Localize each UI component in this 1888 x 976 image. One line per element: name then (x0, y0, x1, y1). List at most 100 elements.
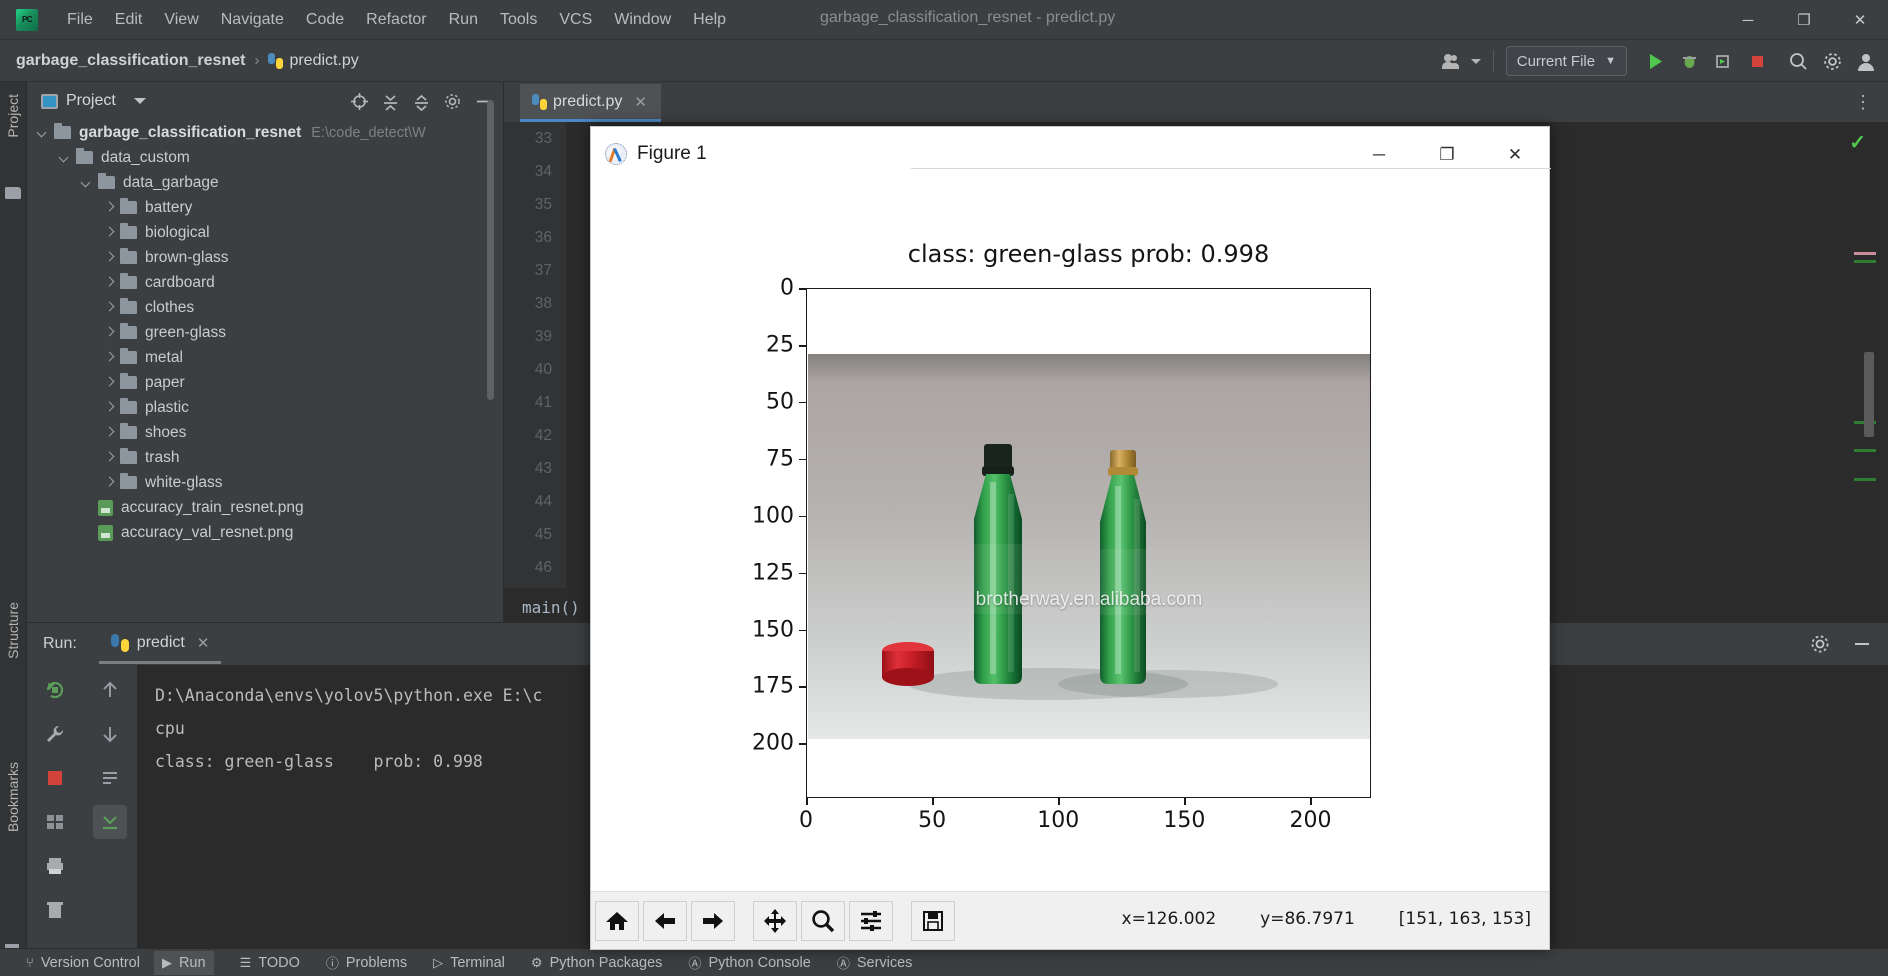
tree-row[interactable]: data_garbage (27, 170, 504, 195)
run-tab-predict[interactable]: predict ✕ (98, 624, 222, 664)
chevron-down-icon[interactable] (133, 98, 146, 104)
breadcrumb-file-group[interactable]: predict.py (268, 52, 359, 70)
tree-row[interactable]: garbage_classification_resnet E:\code_det… (27, 120, 504, 145)
configure-subplots-icon[interactable] (849, 900, 893, 941)
tree-row[interactable]: plastic (27, 395, 504, 420)
menu-item-vcs[interactable]: VCS (548, 8, 603, 32)
collapse-all-icon[interactable] (407, 87, 435, 115)
back-arrow-icon[interactable] (643, 900, 687, 941)
close-icon[interactable]: ✕ (634, 93, 647, 111)
menu-item-edit[interactable]: Edit (104, 8, 154, 32)
home-icon[interactable] (595, 900, 639, 941)
status-bar-item-python-console[interactable]: Ⓐ Python Console (688, 953, 810, 972)
tree-row[interactable]: white-glass (27, 470, 504, 495)
chevron-right-icon[interactable] (103, 252, 115, 264)
status-bar-item-problems[interactable]: ⓘ Problems (326, 953, 407, 972)
run-button[interactable] (1641, 47, 1669, 75)
maximize-button[interactable]: ❐ (1776, 0, 1832, 40)
scroll-to-end-icon[interactable] (92, 805, 127, 839)
chevron-right-icon[interactable] (103, 477, 115, 489)
user-account-button[interactable] (1439, 48, 1481, 74)
print-icon[interactable] (38, 849, 72, 883)
status-bar-item-run[interactable]: ▶ Run (153, 950, 214, 975)
menu-item-run[interactable]: Run (438, 8, 489, 32)
menu-item-help[interactable]: Help (682, 8, 737, 32)
menu-item-navigate[interactable]: Navigate (210, 8, 295, 32)
run-configuration-selector[interactable]: Current File ▼ (1505, 46, 1627, 76)
hide-run-panel-icon[interactable] (1848, 630, 1876, 658)
forward-arrow-icon[interactable] (691, 900, 735, 941)
status-bar-item-terminal[interactable]: ▷ Terminal (433, 955, 505, 971)
tree-row[interactable]: brown-glass (27, 245, 504, 270)
run-settings-gear-icon[interactable] (1806, 630, 1834, 658)
status-bar-item-version-control[interactable]: ⑂ Version Control (26, 955, 140, 971)
status-bar-item-python-packages[interactable]: ⚙ Python Packages (531, 955, 663, 971)
chevron-right-icon[interactable] (103, 402, 115, 414)
figure-maximize-button[interactable]: ❐ (1413, 127, 1481, 182)
close-button[interactable]: ✕ (1832, 0, 1888, 40)
figure-close-button[interactable]: ✕ (1481, 127, 1549, 182)
chevron-right-icon[interactable] (103, 302, 115, 314)
debug-button[interactable] (1675, 47, 1703, 75)
folder-icon[interactable] (5, 187, 21, 199)
editor-scrollbar-thumb[interactable] (1864, 352, 1874, 437)
chevron-right-icon[interactable] (103, 427, 115, 439)
stop-process-icon[interactable] (38, 761, 72, 795)
chevron-right-icon[interactable] (103, 352, 115, 364)
settings-gear-icon[interactable] (1818, 47, 1846, 75)
tree-row[interactable]: biological (27, 220, 504, 245)
soft-wrap-icon[interactable] (93, 761, 127, 795)
chevron-down-icon[interactable] (59, 152, 71, 164)
tree-row[interactable]: green-glass (27, 320, 504, 345)
run-grid-icon[interactable] (38, 805, 72, 839)
tool-window-structure[interactable]: Structure (5, 602, 21, 659)
tree-row[interactable]: shoes (27, 420, 504, 445)
menu-item-code[interactable]: Code (295, 8, 355, 32)
tree-row[interactable]: accuracy_val_resnet.png (27, 520, 504, 545)
menu-item-tools[interactable]: Tools (489, 8, 548, 32)
project-tree-scrollbar[interactable] (487, 100, 494, 400)
status-bar-item-services[interactable]: Ⓐ Services (837, 953, 913, 972)
figure-minimize-button[interactable]: ─ (1345, 127, 1413, 182)
chevron-right-icon[interactable] (103, 377, 115, 389)
project-file-tree[interactable]: garbage_classification_resnet E:\code_det… (27, 120, 504, 582)
matplotlib-figure-window[interactable]: Figure 1 ─ ❐ ✕ class: green-glass prob: … (590, 126, 1551, 950)
chevron-right-icon[interactable] (103, 277, 115, 289)
search-icon[interactable] (1784, 47, 1812, 75)
editor-options-kebab-icon[interactable]: ⋮ (1854, 92, 1874, 113)
status-bar-item-todo[interactable]: ☰ TODO (240, 955, 300, 971)
stop-button[interactable] (1743, 47, 1771, 75)
scroll-up-icon[interactable] (93, 673, 127, 707)
tree-row[interactable]: paper (27, 370, 504, 395)
project-settings-gear-icon[interactable] (438, 87, 466, 115)
tree-row[interactable]: cardboard (27, 270, 504, 295)
run-configurations-wrench-icon[interactable] (38, 717, 72, 751)
account-avatar-icon[interactable] (1852, 47, 1880, 75)
zoom-magnifier-icon[interactable] (801, 900, 845, 941)
breadcrumb-project[interactable]: garbage_classification_resnet (16, 52, 245, 70)
editor-tab-predict-py[interactable]: predict.py ✕ (520, 84, 661, 122)
run-with-coverage-button[interactable] (1709, 47, 1737, 75)
menu-item-file[interactable]: File (56, 8, 104, 32)
menu-item-view[interactable]: View (153, 8, 209, 32)
tool-window-project[interactable]: Project (5, 94, 21, 138)
menu-item-window[interactable]: Window (603, 8, 682, 32)
tree-row[interactable]: accuracy_train_resnet.png (27, 495, 504, 520)
menu-item-refactor[interactable]: Refactor (355, 8, 437, 32)
tree-row[interactable]: clothes (27, 295, 504, 320)
tree-row[interactable]: battery (27, 195, 504, 220)
tool-window-bookmarks[interactable]: Bookmarks (5, 762, 21, 832)
figure-title-bar[interactable]: Figure 1 ─ ❐ ✕ (591, 127, 1551, 182)
rerun-icon[interactable] (38, 673, 72, 707)
save-figure-icon[interactable] (911, 900, 955, 941)
pan-move-icon[interactable] (753, 900, 797, 941)
chevron-right-icon[interactable] (103, 327, 115, 339)
close-icon[interactable]: ✕ (197, 634, 210, 652)
chevron-down-icon[interactable] (81, 177, 93, 189)
tree-row[interactable]: data_custom (27, 145, 504, 170)
scroll-down-icon[interactable] (93, 717, 127, 751)
expand-all-icon[interactable] (376, 87, 404, 115)
chevron-right-icon[interactable] (103, 227, 115, 239)
tree-row[interactable]: trash (27, 445, 504, 470)
minimize-button[interactable]: ─ (1720, 0, 1776, 40)
